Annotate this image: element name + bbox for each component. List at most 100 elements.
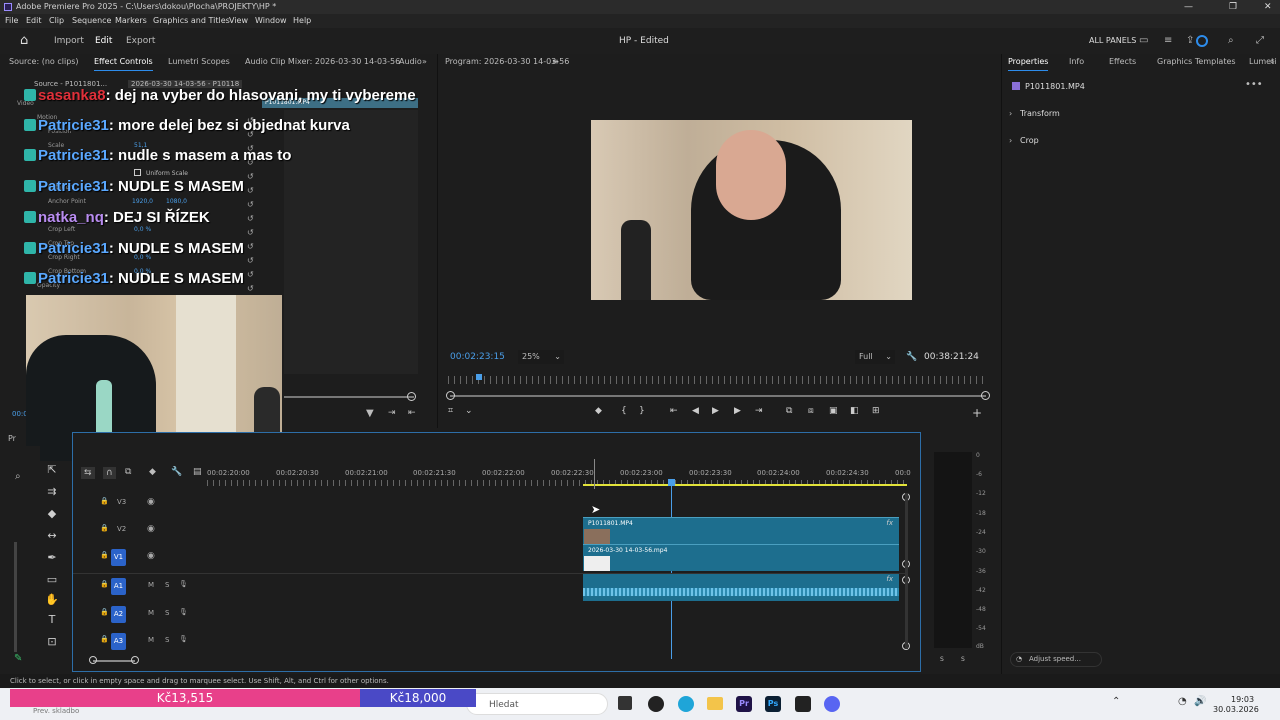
import-tab[interactable]: Import [54,28,84,54]
publish-icon[interactable]: ⇪ [1186,28,1194,54]
lock-icon[interactable]: 🔒 [100,580,109,588]
search-icon[interactable]: ⌕ [15,471,21,482]
panel-overflow-icon[interactable]: » [422,54,427,70]
crop-section[interactable]: Crop [1020,136,1039,145]
menu-graphics[interactable]: Graphics and Titles [153,14,230,28]
menu-file[interactable]: File [5,14,18,28]
track-target-a1[interactable]: A1 [111,578,126,595]
program-title[interactable]: Program: 2026-03-30 14-03-56 [445,54,569,70]
project-panel-tab[interactable]: Pr [0,432,40,446]
menu-view[interactable]: View [229,14,248,28]
panel-overflow-icon[interactable]: » [1270,54,1275,70]
clip-v1[interactable]: 2026-03-30 14-03-56.mp4 [583,544,899,571]
go-to-out-icon[interactable]: ⇥ [755,406,763,416]
mute-icon[interactable]: M [148,581,154,589]
tab-effect-controls[interactable]: Effect Controls [94,54,153,71]
adjust-speed-button[interactable]: ◔ Adjust speed... [1010,652,1102,667]
list-icon[interactable]: ≡ [1164,28,1172,54]
panel-layout-icon[interactable]: ▭ [1139,28,1148,54]
captions-icon[interactable]: ▤ [193,467,202,477]
ripple-edit-icon[interactable]: ↔ [44,528,60,544]
folder-icon[interactable] [707,697,723,710]
zoom-handle-right-icon[interactable] [981,391,990,400]
wrench-icon[interactable]: 🔧 [171,467,182,477]
multicam-icon[interactable]: ⊞ [872,406,880,416]
safe-margins-icon[interactable]: ⌗ [448,406,453,416]
sync-icon[interactable] [1196,35,1208,47]
clock-time[interactable]: 19:03 [1231,695,1254,704]
snap-icon[interactable]: ∩ [103,467,116,479]
program-menu-icon[interactable]: ≡ [552,54,559,70]
home-icon[interactable]: ⌂ [20,28,28,54]
export-tab[interactable]: Export [126,28,155,54]
tab-lumetri-scopes[interactable]: Lumetri Scopes [168,54,230,70]
scroll-handle-icon[interactable] [407,392,416,401]
fullscreen-icon[interactable]: ⤢ [1256,28,1264,54]
clock-date[interactable]: 30.03.2026 [1213,705,1259,714]
program-playhead[interactable] [476,374,482,380]
track-target-a2[interactable]: A2 [111,606,126,623]
timeline-ruler[interactable]: 00:02:20:00 00:02:20:30 00:02:21:00 00:0… [207,469,911,489]
tray-chevron-icon[interactable]: ⌃ [1112,696,1120,707]
mark-out-icon[interactable]: } [639,406,645,416]
edge-icon[interactable] [678,696,694,712]
solo-left-button[interactable]: S [940,656,944,663]
step-back-icon[interactable]: ◀ [692,406,699,416]
transform-section[interactable]: Transform [1020,109,1060,118]
type-tool-icon[interactable]: T [44,612,60,628]
chevron-down-icon[interactable]: ⌄ [465,406,473,416]
nest-icon[interactable]: ⇆ [81,467,95,479]
davinci-icon[interactable] [795,696,811,712]
solo-icon[interactable]: S [165,609,169,617]
microphone-icon[interactable]: 🎙 [179,608,188,616]
menu-help[interactable]: Help [293,14,311,28]
eye-icon[interactable]: ◉ [147,524,155,534]
hscroll-handle-icon[interactable] [89,656,97,664]
menu-sequence[interactable]: Sequence [72,14,111,28]
task-view-icon[interactable] [618,696,632,710]
effect-scrollbar[interactable] [284,396,414,398]
hand-tool-icon[interactable]: ✋ [44,592,60,608]
zoom-select[interactable]: 25% ⌄ [518,350,564,364]
work-area-bar[interactable] [583,484,907,486]
speaker-icon[interactable]: 🔊 [1194,696,1206,707]
menu-clip[interactable]: Clip [49,14,64,28]
lock-icon[interactable]: 🔒 [100,551,109,559]
mute-icon[interactable]: M [148,609,154,617]
tab-properties[interactable]: Properties [1008,54,1049,71]
app-icon[interactable] [648,696,664,712]
lift-icon[interactable]: ⧉ [786,406,792,416]
track-select-icon[interactable]: ⇉ [44,484,60,500]
premiere-icon[interactable]: Pr [736,696,752,712]
clip-a1-fx[interactable]: fx [886,575,893,583]
edit-tab[interactable]: Edit [95,28,112,54]
add-marker-icon[interactable]: ◆ [149,467,156,477]
maximize-icon[interactable]: ❐ [1229,0,1237,14]
add-marker-icon[interactable]: ◆ [595,406,602,416]
more-options-icon[interactable]: ••• [1245,79,1263,90]
mute-icon[interactable]: M [148,636,154,644]
all-panels-button[interactable]: ALL PANELS [1089,28,1136,54]
eye-icon[interactable]: ◉ [147,497,155,507]
lock-icon[interactable]: 🔒 [100,608,109,616]
taskbar-search[interactable]: Hledat [466,693,608,715]
step-forward-icon[interactable]: ▶ [734,406,741,416]
solo-right-button[interactable]: S [961,656,965,663]
razor-tool-icon[interactable]: ◆ [44,506,60,522]
solo-icon[interactable]: S [165,581,169,589]
clip-v2[interactable]: P1011801.MP4 fx [583,517,899,544]
transform-expand-icon[interactable]: › [1009,109,1012,118]
microphone-icon[interactable]: 🎙 [179,635,188,643]
camera-icon[interactable]: ▣ [829,406,838,416]
play-icon[interactable]: ▶ [712,406,719,416]
tab-info[interactable]: Info [1069,54,1084,70]
solo-icon[interactable]: S [165,636,169,644]
settings-icon[interactable]: ⇤ [408,408,416,418]
track-target-v1[interactable]: V1 [111,549,126,566]
tab-audio[interactable]: Audio [399,54,422,70]
project-scrollbar[interactable] [14,542,17,652]
microphone-icon[interactable]: 🎙 [179,580,188,588]
tab-source[interactable]: Source: (no clips) [9,54,79,70]
wrench-icon[interactable]: 🔧 [906,352,917,362]
crop-expand-icon[interactable]: › [1009,136,1012,145]
